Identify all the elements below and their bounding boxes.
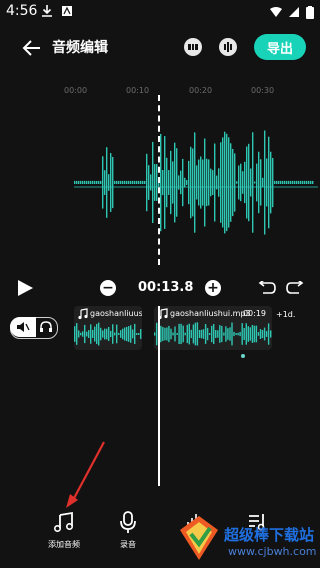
clip-waveform	[154, 322, 272, 346]
signal-icon	[289, 7, 299, 17]
clip-name: gaoshanliushui.mp3	[170, 309, 251, 318]
add-audio-label[interactable]: 添加音频	[48, 539, 80, 550]
clip-name: gaoshanliuus...	[90, 309, 142, 318]
status-right	[270, 4, 314, 20]
battery-icon	[306, 5, 314, 19]
clip-duration: 00:19	[242, 309, 266, 318]
equalizer-icon	[188, 44, 198, 50]
watermark-text: 超级棒下载站	[224, 526, 315, 544]
more-clips-label[interactable]: +1d.	[276, 310, 295, 319]
status-bar: 4:56	[0, 0, 320, 24]
waveform-icon	[224, 42, 232, 52]
clip-waveform	[74, 322, 142, 346]
page-title: 音频编辑	[52, 40, 108, 56]
download-icon	[42, 5, 52, 17]
wifi-icon	[270, 7, 282, 17]
back-arrow-icon[interactable]	[20, 36, 44, 60]
zoom-out-button[interactable]: −	[100, 280, 116, 296]
timeline-tick: 00:30	[251, 86, 275, 95]
audio-clip[interactable]: gaoshanliuus...	[74, 306, 142, 350]
timeline-tick: 00:10	[126, 86, 150, 95]
notification-icon	[62, 6, 72, 16]
microphone-icon[interactable]	[116, 510, 140, 534]
play-icon[interactable]	[16, 279, 34, 297]
zoom-in-button[interactable]: +	[205, 280, 221, 296]
music-note-icon[interactable]	[52, 510, 76, 534]
timeline-tick: 00:20	[189, 86, 213, 95]
redo-icon[interactable]	[285, 281, 305, 295]
audio-settings-button[interactable]	[219, 38, 237, 56]
watermark-logo	[180, 516, 218, 560]
clip-marker	[241, 354, 245, 358]
equalizer-button[interactable]	[184, 38, 202, 56]
track-playhead[interactable]	[158, 306, 160, 486]
red-arrow-icon	[66, 441, 105, 508]
waveform	[74, 130, 314, 235]
status-time: 4:56	[6, 3, 38, 19]
playhead-line[interactable]	[158, 95, 160, 265]
export-button[interactable]: 导出	[254, 34, 306, 60]
audio-clip[interactable]: gaoshanliushui.mp3 00:19	[154, 306, 272, 350]
watermark-url: www.cjbwh.com	[228, 545, 317, 558]
undo-icon[interactable]	[257, 281, 277, 295]
record-label[interactable]: 录音	[120, 539, 136, 550]
headphones-icon	[40, 321, 52, 332]
header: 音频编辑 导出	[0, 28, 320, 68]
timeline-tick: 00:00	[64, 86, 88, 95]
mute-icon	[17, 322, 30, 332]
current-time: 00:13.8	[138, 280, 194, 295]
music-note-icon	[78, 308, 88, 320]
